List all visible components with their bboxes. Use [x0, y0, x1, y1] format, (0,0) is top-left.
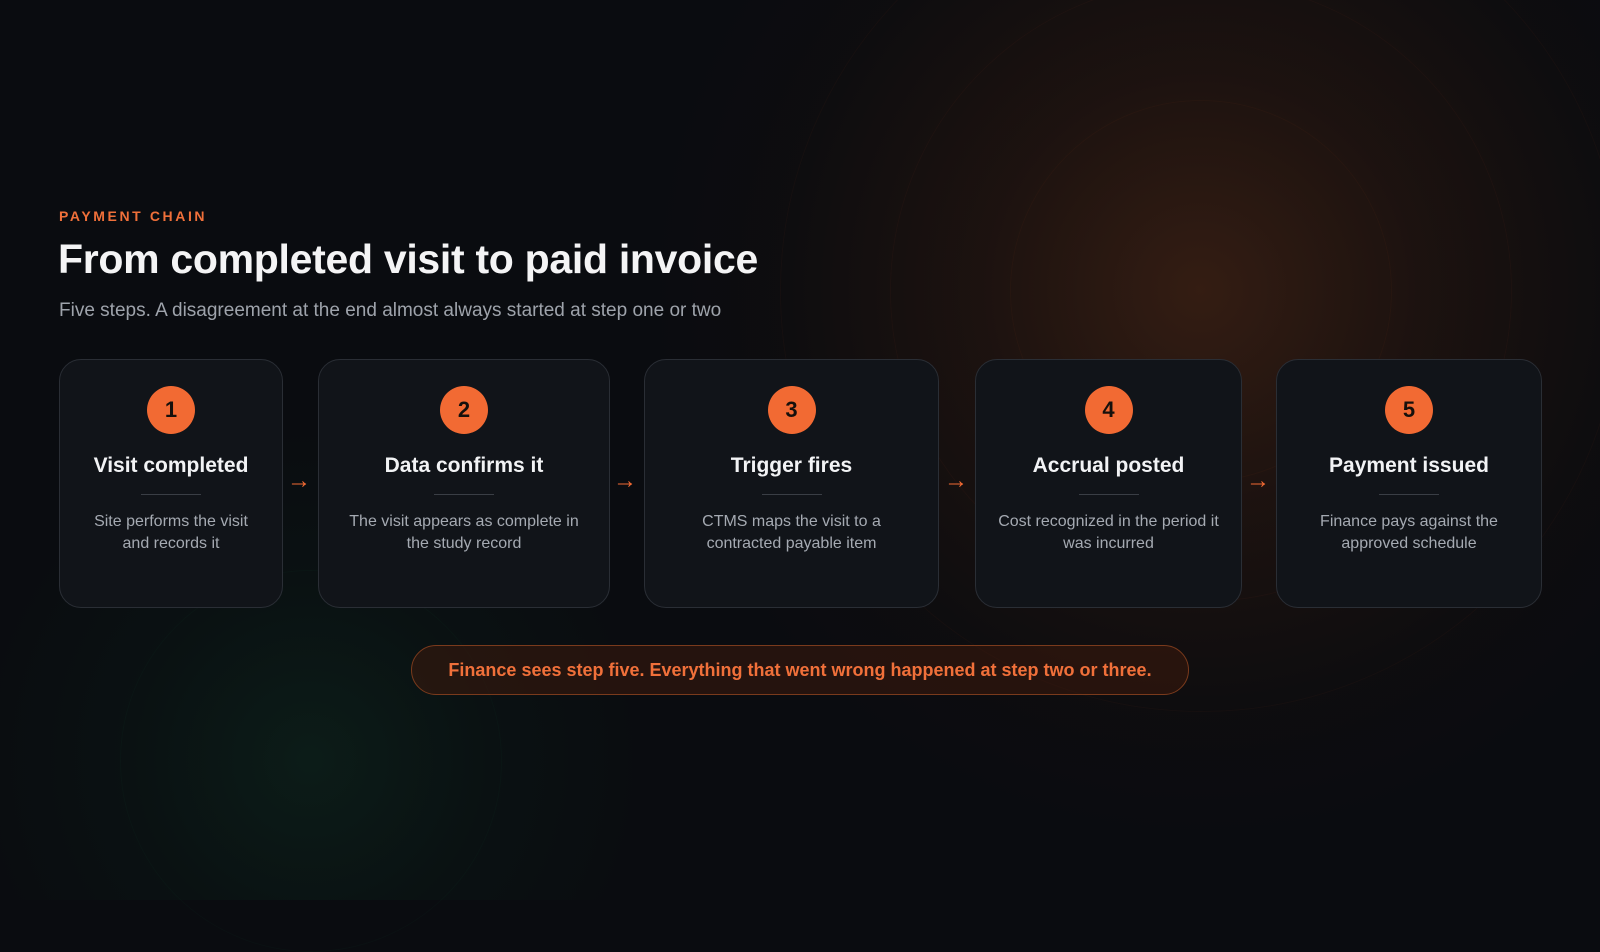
step-divider — [434, 494, 494, 495]
step-card: 1 Visit completed Site performs the visi… — [59, 359, 283, 608]
step-card: 2 Data confirms it The visit appears as … — [318, 359, 610, 608]
step-title: Visit completed — [93, 454, 249, 477]
step-flow: 1 Visit completed Site performs the visi… — [0, 0, 1600, 900]
step-description: Finance pays against the approved schedu… — [1320, 513, 1498, 552]
arrow-right-icon: → — [287, 467, 311, 494]
step-title: Accrual posted — [1032, 454, 1185, 477]
step-description: The visit appears as complete in the stu… — [349, 513, 579, 552]
step-title: Trigger fires — [730, 454, 853, 477]
step-number-badge: 5 — [1385, 386, 1433, 434]
step-title: Payment issued — [1329, 454, 1489, 477]
step-number-badge: 4 — [1084, 386, 1133, 434]
step-divider — [141, 494, 201, 495]
step-description: Site performs the visit and records it — [94, 513, 248, 552]
step-divider — [1078, 494, 1139, 495]
arrow-right-icon: → — [613, 467, 637, 494]
step-description: CTMS maps the visit to a contracted paya… — [702, 513, 881, 552]
callout-note: Finance sees step five. Everything that … — [411, 645, 1189, 695]
step-divider — [1379, 494, 1439, 495]
step-number-badge: 1 — [147, 386, 195, 434]
step-card: 4 Accrual posted Cost recognized in the … — [975, 359, 1242, 608]
step-number-badge: 3 — [767, 386, 816, 434]
step-title: Data confirms it — [384, 454, 544, 477]
step-card: 3 Trigger fires CTMS maps the visit to a… — [644, 359, 939, 608]
step-description: Cost recognized in the period it was inc… — [998, 513, 1219, 552]
step-card: 5 Payment issued Finance pays against th… — [1276, 359, 1542, 608]
step-divider — [761, 494, 822, 495]
step-number-badge: 2 — [440, 386, 488, 434]
arrow-right-icon: → — [1246, 467, 1270, 494]
arrow-right-icon: → — [944, 467, 968, 494]
